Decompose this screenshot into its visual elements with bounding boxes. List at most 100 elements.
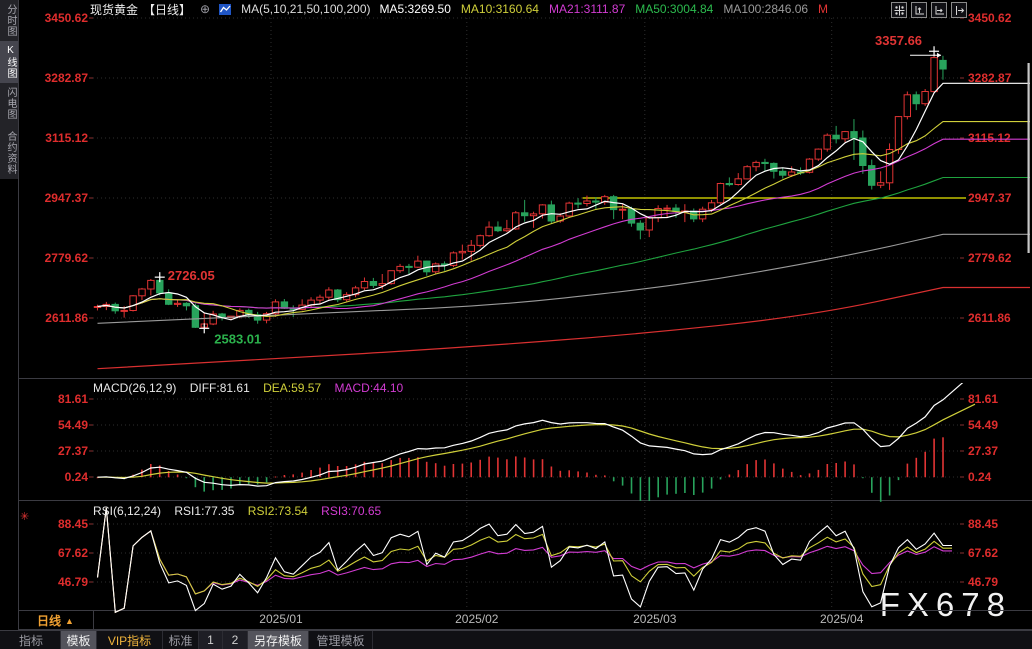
rsi-settings-icon: ✳ [20, 511, 29, 523]
rsi-axis-label: 88.45 [58, 517, 88, 531]
toolbar-tab-6[interactable]: 另存模板 [248, 631, 309, 649]
candle [691, 209, 697, 223]
candle [94, 305, 100, 311]
macd-bar [773, 463, 775, 477]
candle [877, 171, 883, 188]
candle [103, 302, 109, 310]
macd-bar [453, 464, 455, 477]
macd-bar [115, 477, 117, 478]
macd-bar [275, 477, 277, 478]
macd-bar [506, 459, 508, 477]
period-selector[interactable]: 日线 ▲ [19, 612, 92, 629]
candle [219, 313, 225, 321]
candle [904, 92, 910, 120]
macd-bar [150, 464, 152, 477]
macd-bar [649, 477, 651, 501]
toolbar-tab-1[interactable]: 模板 [61, 631, 97, 649]
pan-right-icon[interactable] [951, 2, 967, 18]
candle [575, 198, 581, 208]
toolbar-tab-3[interactable]: 标准 [163, 631, 199, 649]
ma50-line [98, 178, 1031, 309]
scrollbar-thumb[interactable] [1028, 63, 1030, 253]
candle [628, 207, 634, 227]
macd-bar [533, 459, 535, 477]
ma-readout-1: MA10:3160.64 [461, 2, 539, 16]
toolbar-tab-2[interactable]: VIP指标 [97, 631, 163, 649]
scale-vertical-icon[interactable] [911, 2, 927, 18]
candle [708, 200, 714, 212]
macd-bar [524, 458, 526, 478]
candle [717, 183, 723, 205]
expand-icon[interactable]: ⊕ [200, 2, 210, 16]
candle [210, 311, 216, 325]
candle [495, 221, 501, 232]
macd-bar [764, 460, 766, 478]
candle [886, 143, 892, 190]
macd-bar [284, 475, 286, 477]
macd-bar [470, 463, 472, 478]
candle [548, 201, 554, 224]
candle [352, 286, 358, 297]
symbol-name: 现货黄金 [90, 1, 138, 18]
fx678-watermark: FX678 [880, 586, 1012, 624]
chart-type-sidebar: 分时图K线图闪电图合约资料 [0, 0, 18, 630]
candle [121, 306, 127, 318]
candle [343, 292, 349, 302]
macd-bar [889, 477, 891, 495]
chart-canvas[interactable]: 3450.623450.623282.873282.873115.123115.… [0, 0, 1032, 649]
crosshair-icon[interactable] [891, 2, 907, 18]
candle [682, 204, 688, 222]
macd-bar [693, 477, 695, 495]
macd-bar [230, 477, 232, 488]
macd-bar [871, 477, 873, 493]
ma-readout-2: MA21:3111.87 [549, 2, 625, 16]
scale-horizontal-icon[interactable] [931, 2, 947, 18]
candle [450, 251, 456, 267]
sidebar-item-1[interactable]: K线图 [0, 41, 18, 83]
macd-axis-label: 27.37 [968, 444, 998, 458]
macd-bar [257, 477, 259, 484]
rsi6-line [98, 508, 953, 612]
period-selector-arrow: ▲ [65, 616, 74, 626]
macd-bar [827, 464, 829, 477]
macd-bar [675, 477, 677, 494]
macd-bar [497, 458, 499, 478]
candle [326, 287, 332, 300]
toolbar-tab-7[interactable]: 管理模板 [309, 631, 373, 649]
toolbar-tab-5[interactable]: 2 [223, 631, 248, 649]
macd-bar [97, 477, 99, 478]
candle [477, 235, 483, 248]
candle [593, 197, 599, 209]
price-axis-label: 3450.62 [45, 11, 89, 25]
ma-readout-5: M [818, 2, 828, 16]
toolbar-tab-0[interactable]: 指标 [2, 631, 61, 649]
candle [602, 195, 608, 205]
price-axis-label: 2779.62 [968, 251, 1012, 265]
macd-bar [123, 477, 125, 479]
macd-bar [479, 460, 481, 477]
macd-bar [239, 477, 241, 485]
candle [246, 309, 252, 318]
candle [174, 299, 180, 307]
candle [851, 119, 857, 160]
macd-bar [248, 477, 250, 484]
macd-axis-label: 54.49 [58, 418, 88, 432]
toolbar-tab-4[interactable]: 1 [199, 631, 223, 649]
candle [139, 288, 145, 300]
sidebar-item-2[interactable]: 闪电图 [0, 83, 18, 124]
rsi-axis-label: 88.45 [968, 517, 998, 531]
macd-bar [657, 477, 659, 497]
candle [940, 56, 946, 80]
sidebar-item-0[interactable]: 分时图 [0, 0, 18, 41]
candle [361, 278, 367, 291]
date-label: 2025/04 [820, 612, 864, 626]
macd-bar [462, 464, 464, 478]
candle [815, 148, 821, 161]
macd-bar [373, 463, 375, 478]
candle [157, 277, 163, 295]
candle [183, 302, 189, 310]
sidebar-item-3[interactable]: 合约资料 [0, 127, 18, 179]
candle [646, 217, 652, 237]
mini-chart-icon[interactable] [219, 3, 232, 16]
macd-axis-label: 0.24 [968, 470, 992, 484]
